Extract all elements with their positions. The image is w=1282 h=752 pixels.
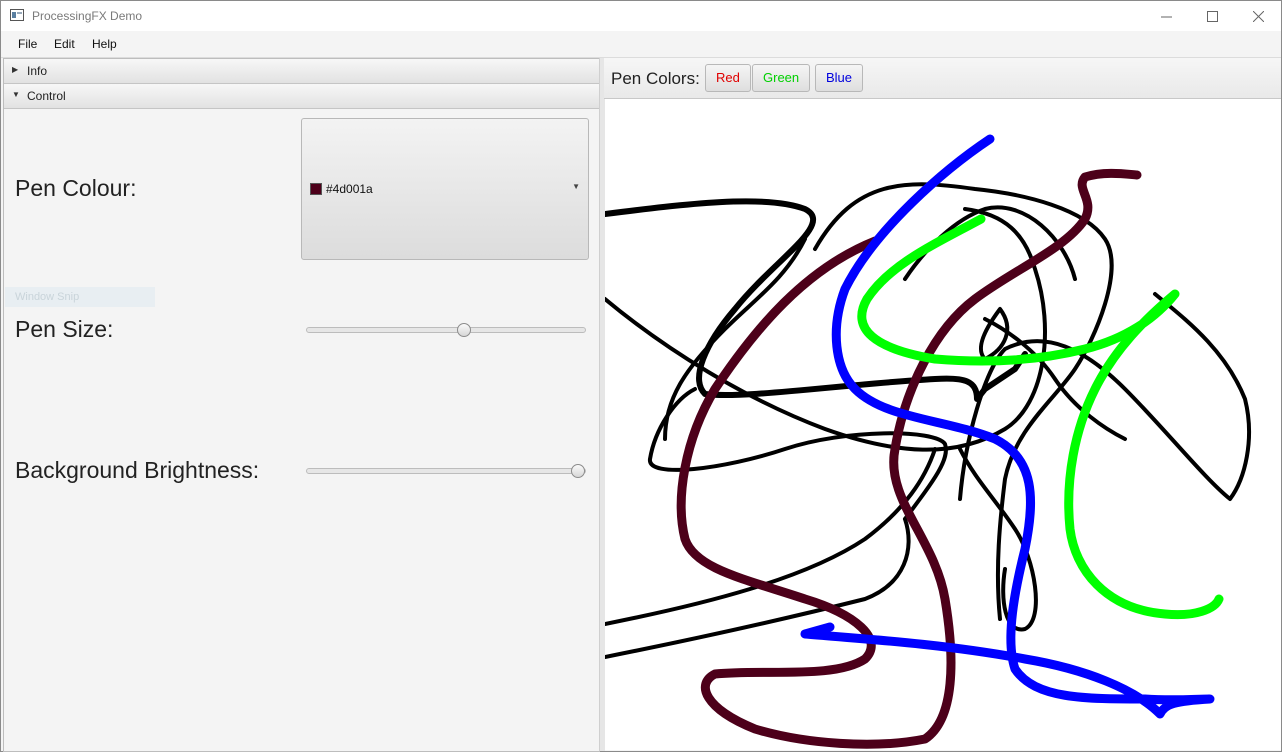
pen-size-label: Pen Size:	[15, 316, 114, 342]
pen-colors-toolbar: Pen Colors: Red Green Blue	[604, 58, 1281, 99]
pen-colour-picker[interactable]: #4d001a ▼	[301, 118, 589, 260]
menu-help[interactable]: Help	[90, 37, 119, 51]
pen-colour-label: Pen Colour:	[15, 175, 137, 201]
black-stroke	[663, 237, 807, 441]
menu-edit[interactable]: Edit	[52, 37, 77, 51]
collapsed-arrow-icon: ▶	[12, 65, 19, 74]
app-icon	[10, 9, 24, 21]
title-bar: ProcessingFX Demo	[1, 1, 1281, 31]
pen-size-slider-thumb[interactable]	[457, 323, 472, 337]
chevron-down-icon: ▼	[572, 182, 580, 191]
green-button[interactable]: Green	[752, 64, 811, 92]
window-title: ProcessingFX Demo	[32, 9, 143, 23]
window-snip-overlay: Window Snip	[5, 287, 155, 307]
maximize-icon	[1206, 10, 1218, 22]
background-brightness-slider[interactable]	[306, 464, 586, 478]
drawing-canvas[interactable]	[605, 99, 1281, 750]
minimize-icon	[1160, 16, 1172, 17]
drawing-surface	[605, 134, 1252, 749]
control-section-label: Control	[27, 89, 66, 103]
control-section-header[interactable]: ▼ Control	[4, 84, 599, 109]
info-section-label: Info	[27, 64, 48, 78]
background-brightness-label: Background Brightness:	[15, 457, 260, 483]
colour-swatch	[310, 183, 322, 195]
minimize-button[interactable]	[1143, 1, 1189, 31]
pen-colors-label: Pen Colors:	[611, 69, 700, 88]
menu-file[interactable]: File	[16, 37, 39, 51]
pen-size-slider[interactable]	[306, 323, 586, 337]
info-section-header[interactable]: ▶ Info	[4, 59, 599, 84]
menu-bar: File Edit Help	[1, 32, 1281, 58]
black-stroke	[605, 447, 937, 626]
blue-button[interactable]: Blue	[815, 64, 864, 92]
expanded-arrow-icon: ▼	[12, 90, 20, 99]
black-stroke	[958, 292, 1252, 501]
background-brightness-slider-thumb[interactable]	[571, 464, 585, 478]
colour-value: #4d001a	[326, 182, 373, 196]
red-button[interactable]: Red	[705, 64, 751, 92]
close-icon	[1252, 10, 1264, 22]
control-panel: ▶ Info ▼ Control Pen Colour: #4d001a ▼ W…	[3, 58, 600, 752]
close-button[interactable]	[1235, 1, 1281, 31]
app-window: ProcessingFX Demo File Edit Help ▶ Info …	[0, 0, 1282, 752]
maximize-button[interactable]	[1189, 1, 1235, 31]
